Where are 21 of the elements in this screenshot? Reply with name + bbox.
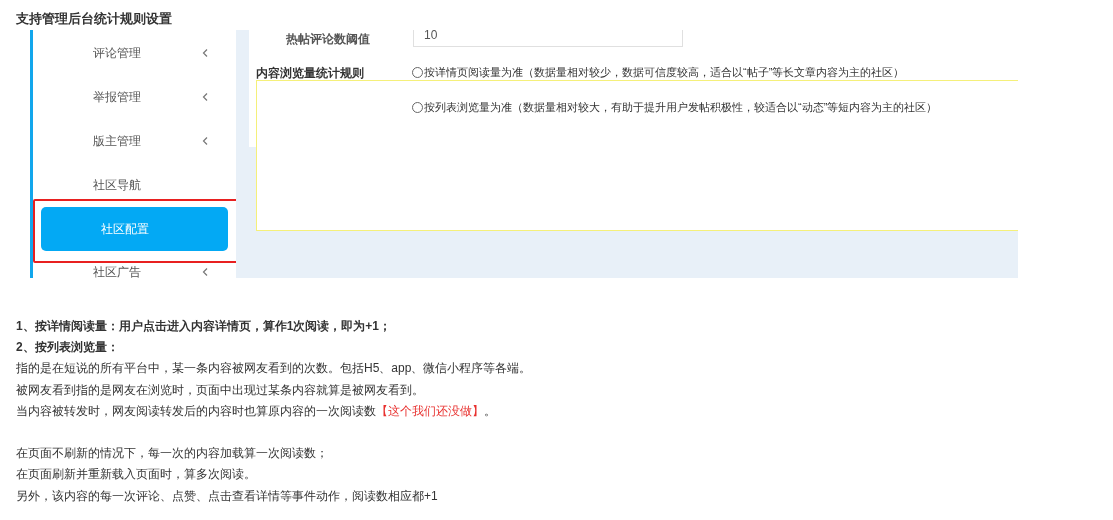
- threshold-label: 热帖评论数阈值: [286, 31, 370, 48]
- note-line: 被网友看到指的是网友在浏览时，页面中出现过某条内容就算是被网友看到。: [16, 381, 425, 399]
- note-heading: 2、按列表浏览量：: [16, 339, 120, 357]
- radio-label: 按列表浏览量为准（数据量相对较大，有助于提升用户发帖积极性，较适合以“动态”等短内容为主的社区）: [424, 100, 938, 115]
- note-line: 当内容被转发时，网友阅读转发后的内容时也算原内容的一次阅读数【这个我们还没做】。: [16, 402, 497, 420]
- sidebar-item[interactable]: 举报管理: [33, 77, 236, 117]
- page-title: 支持管理后台统计规则设置: [16, 10, 172, 28]
- sidebar-item[interactable]: 社区广告: [33, 252, 236, 278]
- note-heading: 1、按详情阅读量：用户点击进入内容详情页，算作1次阅读，即为+1；: [16, 318, 393, 335]
- threshold-field[interactable]: 10: [413, 30, 683, 47]
- radio-button[interactable]: [412, 101, 423, 113]
- sidebar-item[interactable]: 版主管理: [33, 121, 236, 161]
- note-line: 另外，该内容的每一次评论、点赞、点击查看详情等事件动作，阅读数相应都+1: [16, 487, 439, 505]
- radio-button[interactable]: [412, 66, 423, 78]
- radio-label: 按详情页阅读量为准（数据量相对较少，数据可信度较高，适合以“帖子”等长文章内容为主的社区）: [424, 65, 905, 80]
- sidebar-item[interactable]: 社区导航: [33, 165, 236, 205]
- note-line: 在页面刷新并重新载入页面时，算多次阅读。: [16, 466, 257, 484]
- note-line: 指的是在短说的所有平台中，某一条内容被网友看到的次数。包括H5、app、微信小程序等各端。: [16, 360, 532, 378]
- sidebar-item[interactable]: 评论管理: [33, 33, 236, 73]
- note-line: 在页面不刷新的情况下，每一次的内容加载算一次阅读数；: [16, 445, 329, 463]
- rule-label: 内容浏览量统计规则: [256, 65, 364, 82]
